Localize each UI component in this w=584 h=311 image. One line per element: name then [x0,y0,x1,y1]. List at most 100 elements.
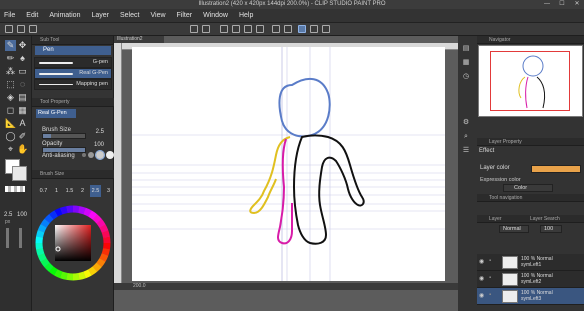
minimize-button[interactable]: — [540,0,554,9]
size-preset-0-7[interactable]: 0.7 [38,185,49,197]
menu-layer[interactable]: Layer [91,12,109,19]
redo-icon[interactable] [202,25,210,33]
visibility-eye-icon[interactable]: ◉ [479,258,484,265]
undo-icon[interactable] [190,25,198,33]
layer-thumbnail [502,273,518,286]
frame-tool-icon[interactable]: ▦ [17,105,28,116]
menu-help[interactable]: Help [239,12,253,19]
save-icon[interactable] [29,25,37,33]
window-title: Illustration2 (420 x 420px 144dpi 200.0%… [198,1,386,7]
layer-lock-icon[interactable]: ▪ [489,292,491,298]
maximize-button[interactable]: ☐ [555,0,569,9]
text-tool-icon[interactable]: A [17,118,28,129]
history-icon[interactable]: ◷ [461,72,471,81]
size-preset-2-5[interactable]: 2.5 [90,185,101,197]
eyedropper-tool-icon[interactable]: ⌖ [5,144,16,155]
side-size-slider[interactable] [6,228,9,248]
hue-segment [40,258,50,268]
correct-line-tool-icon[interactable]: ✐ [17,131,28,142]
size-preset-2[interactable]: 2 [77,185,88,197]
fill-tool-icon[interactable]: ◈ [5,92,16,103]
fill-icon[interactable] [244,25,252,33]
side-opacity-slider[interactable] [19,228,22,248]
brush-real-g-pen[interactable]: Real G-Pen [34,68,112,79]
menu-view[interactable]: View [150,12,165,19]
transform-icon[interactable] [256,25,264,33]
snap-special-ruler-icon[interactable] [310,25,318,33]
size-preset-1-5[interactable]: 1.5 [64,185,75,197]
lasso-tool-icon[interactable]: ◌ [17,79,28,90]
visibility-eye-icon[interactable]: ◉ [479,292,484,299]
snap-grid-icon[interactable] [322,25,330,33]
layer-icon[interactable]: ▤ [461,44,471,53]
move-tool-icon[interactable]: ✥ [17,40,28,51]
open-file-icon[interactable] [17,25,25,33]
brush-size-slider[interactable] [42,133,86,139]
menu-bar: File Edit Animation Layer Select View Fi… [0,9,584,23]
selection-tool-icon[interactable]: ⬚ [5,79,16,90]
blend-mode-select[interactable]: Normal [499,225,529,233]
menu-window[interactable]: Window [203,12,228,19]
snap-ruler-icon[interactable] [298,25,306,33]
invert-selection-icon[interactable] [284,25,292,33]
material-icon[interactable]: ▦ [461,58,471,67]
canvas-tab[interactable]: Illustration2 [114,36,164,43]
layer-opacity-input[interactable]: 100 [540,225,562,233]
brush-tool-icon[interactable]: ♠ [17,53,28,64]
clear-icon[interactable] [220,25,228,33]
color-wheel[interactable] [34,204,112,282]
layer-color-swatch[interactable] [531,165,581,173]
hue-segment [101,230,110,238]
sub-color-swatch[interactable] [12,166,27,181]
layer-search-icon[interactable]: ⌕ [461,132,471,141]
eraser-tool-icon[interactable]: ▭ [17,66,28,77]
layer-lock-icon[interactable]: ▪ [489,275,491,281]
airbrush-tool-icon[interactable]: ⁂ [5,66,16,77]
navigator-view-frame[interactable] [490,51,570,111]
sub-tool-header: Sub Tool [32,36,113,45]
menu-edit[interactable]: Edit [26,12,38,19]
pencil-tool-icon[interactable]: ✏ [5,53,16,64]
ruler-tool-icon[interactable]: 📐 [5,118,16,129]
hue-segment [40,218,50,228]
layer-lock-icon[interactable]: ▪ [489,258,491,264]
balloon-tool-icon[interactable]: ◯ [5,131,16,142]
menu-filter[interactable]: Filter [177,12,193,19]
transparent-color-swatch[interactable] [5,186,25,192]
anti-alias-none[interactable] [82,153,86,157]
menu-file[interactable]: File [4,12,15,19]
expression-color-select[interactable]: Color [503,184,553,192]
gradient-tool-icon[interactable]: ▤ [17,92,28,103]
app-window: Illustration2 (420 x 420px 144dpi 200.0%… [0,0,584,311]
quick-access-icon[interactable]: ☰ [461,146,471,155]
anti-alias-medium[interactable] [95,150,105,160]
menu-animation[interactable]: Animation [49,12,80,19]
new-file-icon[interactable] [5,25,13,33]
hue-segment [35,236,43,244]
brush-g-pen[interactable]: G-pen [34,57,112,68]
anti-alias-strong[interactable] [106,151,114,159]
drawing-paper[interactable] [132,47,445,281]
layer-search-tab[interactable]: Layer Search [530,215,560,223]
saturation-value-shade [55,225,91,261]
hand-tool-icon[interactable]: ✋ [17,144,28,155]
clear-outside-icon[interactable] [232,25,240,33]
close-button[interactable]: ✕ [570,0,584,9]
hue-segment [37,253,47,262]
side-opacity-value: 100 [17,212,28,218]
tool-preset-name[interactable]: Real G-Pen [36,109,76,118]
visibility-eye-icon[interactable]: ◉ [479,275,484,282]
layer-row[interactable]: ◉ ▪ 100 % Normal symLeft2 [477,271,584,288]
anti-alias-weak[interactable] [88,152,94,158]
size-preset-1[interactable]: 1 [51,185,62,197]
sub-tool-group-pen[interactable]: Pen [35,46,111,55]
size-preset-3[interactable]: 3 [103,185,114,197]
layer-row[interactable]: ◉ ▪ 100 % Normal symLeft1 [477,254,584,271]
brush-mapping-pen[interactable]: Mapping pen [34,79,112,90]
menu-select[interactable]: Select [120,12,139,19]
figure-tool-icon[interactable]: ◻ [5,105,16,116]
layer-property-icon[interactable]: ⚙ [461,118,471,127]
layer-row[interactable]: ◉ ▪ 100 % Normal symLeft3 [477,288,584,305]
deselect-icon[interactable] [272,25,280,33]
pen-tool-icon[interactable]: ✎ [5,40,16,51]
